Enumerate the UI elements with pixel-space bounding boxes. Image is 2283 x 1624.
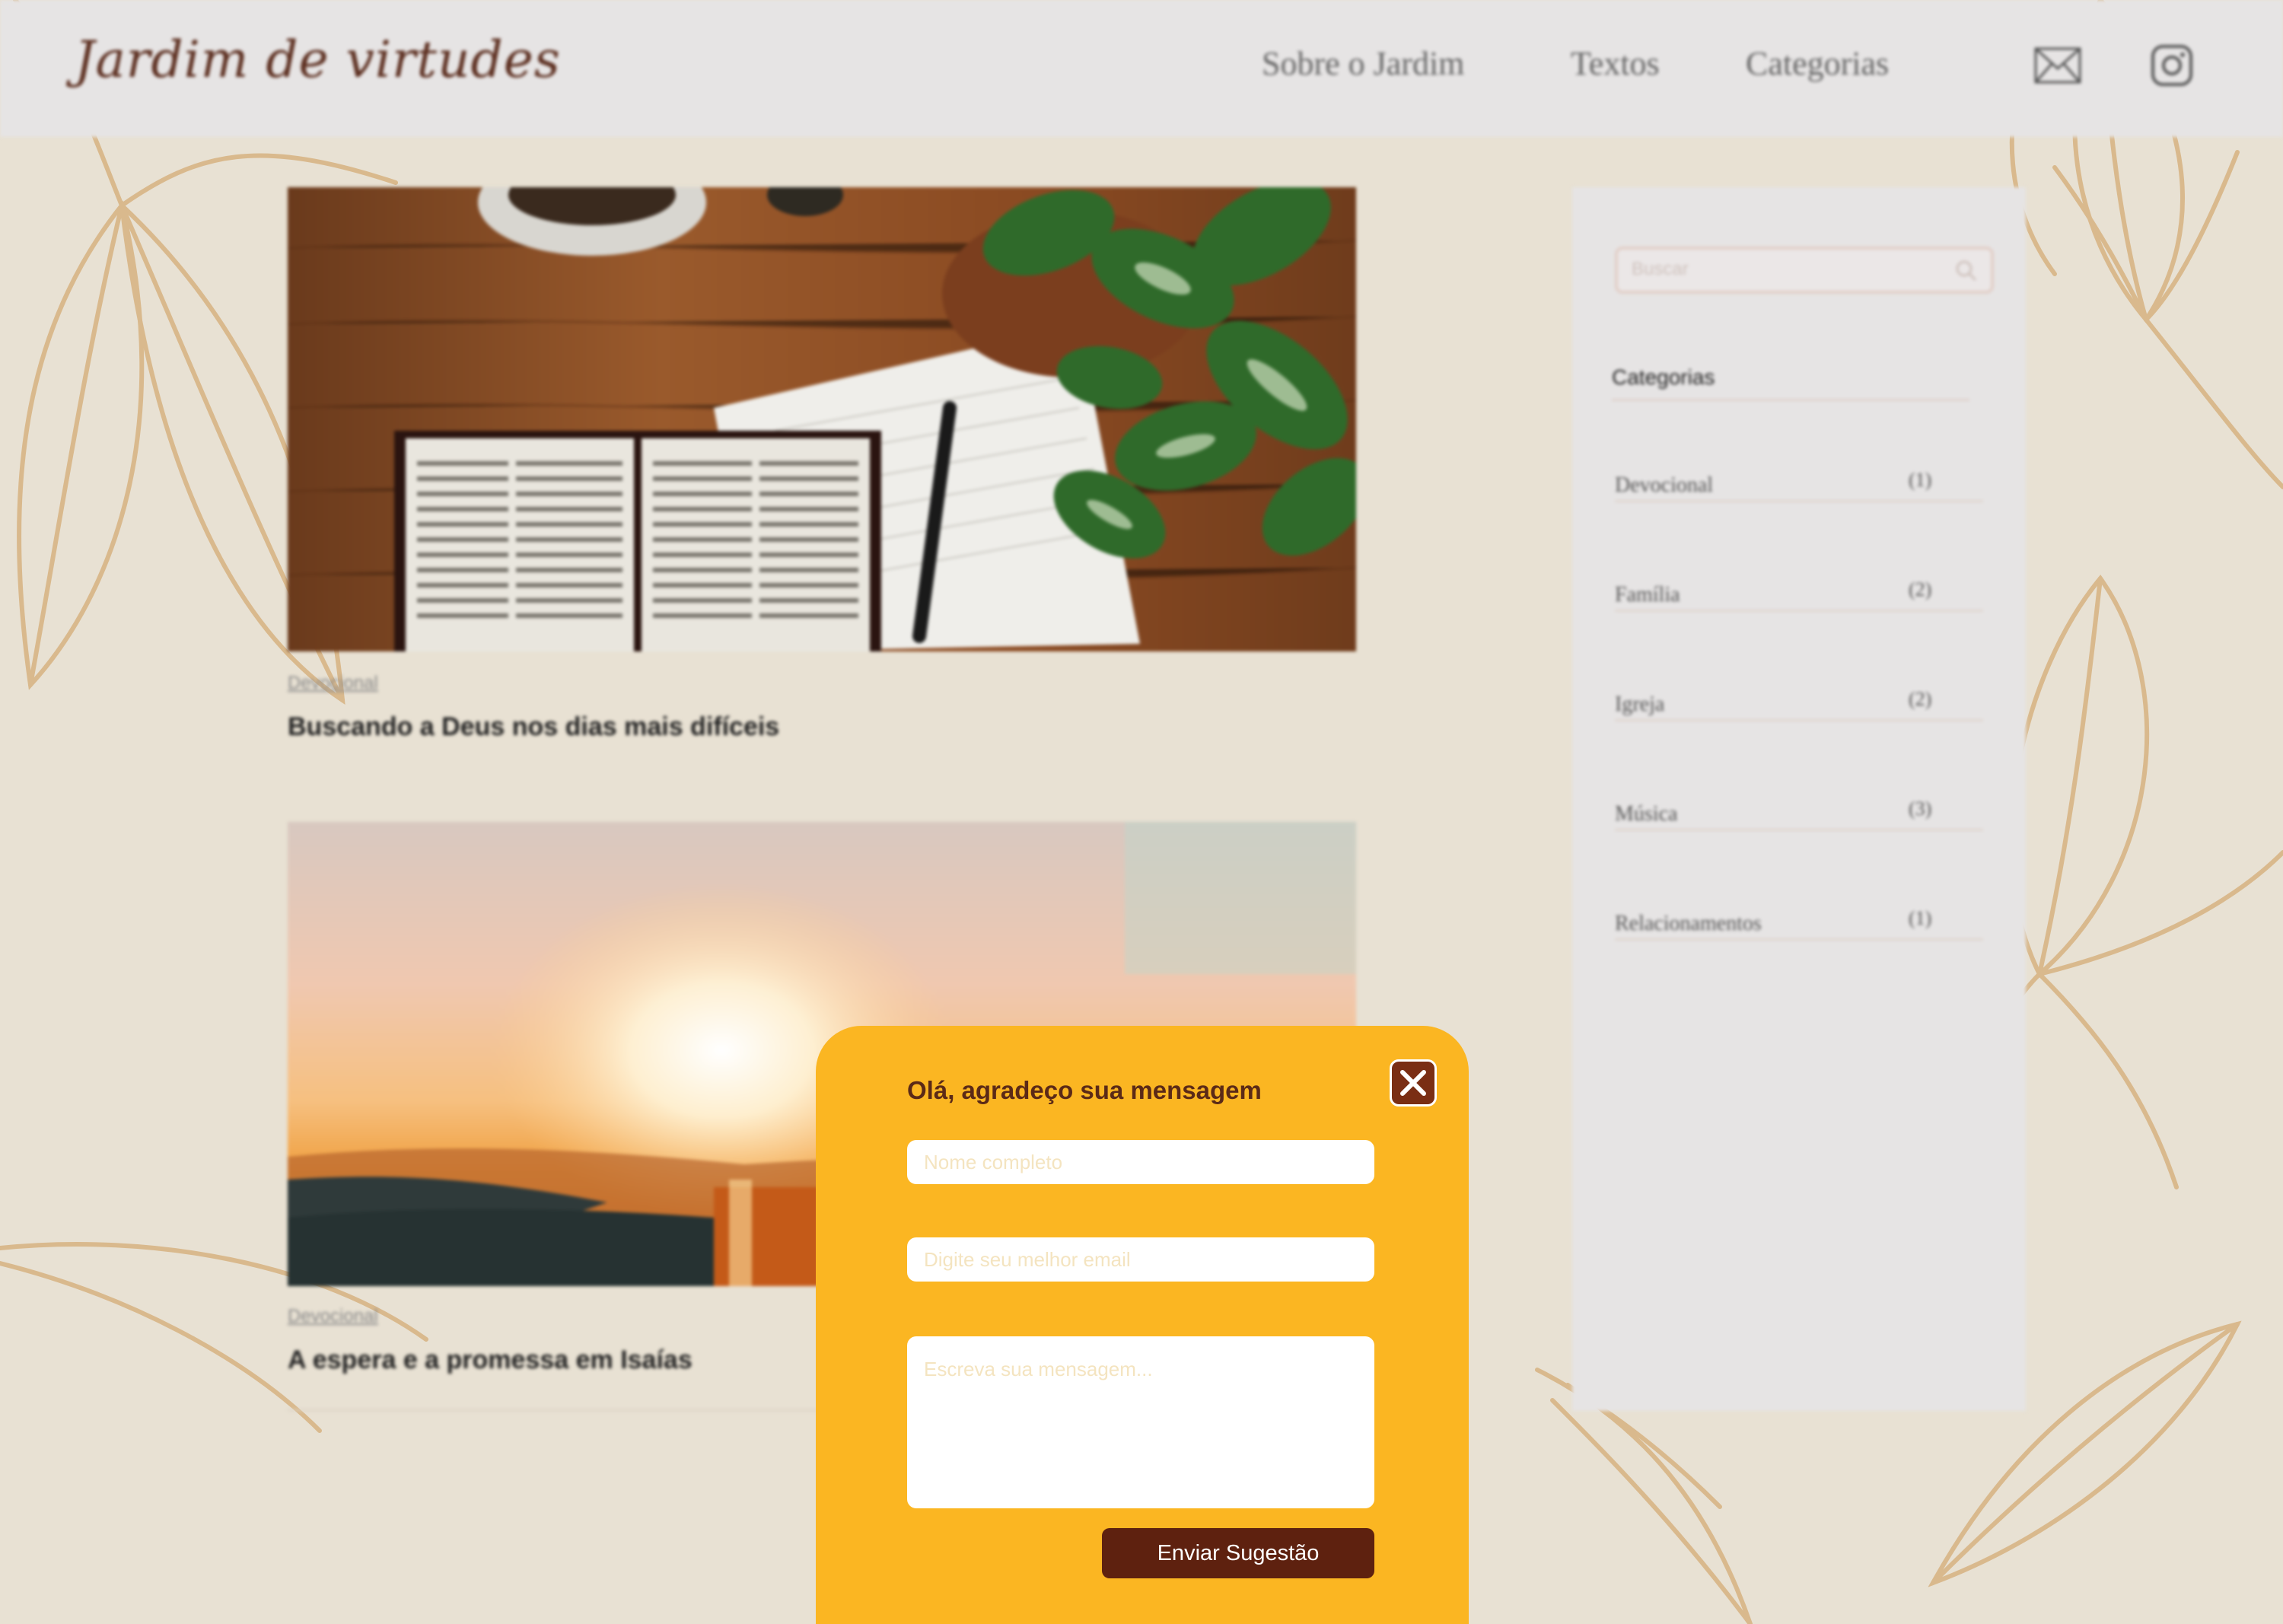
category-name: Devocional — [1615, 473, 1714, 497]
divider — [1615, 829, 1983, 831]
post-title[interactable]: A espera e a promessa em Isaías — [288, 1345, 693, 1375]
category-name: Família — [1615, 583, 1680, 607]
category-count: (2) — [1909, 688, 1932, 710]
category-item-musica[interactable]: Música (3) — [1615, 793, 1983, 831]
page: Jardim de virtudes Sobre o Jardim Textos… — [0, 0, 2283, 1624]
category-item-igreja[interactable]: Igreja (2) — [1615, 683, 1983, 721]
nav-sobre-o-jardim[interactable]: Sobre o Jardim — [1262, 44, 1464, 83]
category-item-relacionamentos[interactable]: Relacionamentos (1) — [1615, 903, 1983, 941]
category-item-familia[interactable]: Família (2) — [1615, 574, 1983, 612]
post-category-link[interactable]: Devocional — [288, 1306, 378, 1327]
divider — [1615, 938, 1983, 941]
sidebar-heading: Categorias — [1612, 365, 1715, 389]
search-input[interactable]: Buscar — [1615, 247, 1994, 294]
post-category-link[interactable]: Devocional — [288, 673, 378, 694]
site-header: Jardim de virtudes Sobre o Jardim Textos… — [0, 0, 2283, 137]
instagram-icon[interactable] — [2151, 44, 2193, 87]
mail-icon[interactable] — [2033, 44, 2082, 87]
category-name: Relacionamentos — [1615, 912, 1762, 935]
divider — [1615, 719, 1983, 721]
category-item-devocional[interactable]: Devocional (1) — [1615, 464, 1983, 502]
close-icon[interactable] — [1392, 1062, 1434, 1104]
category-name: Música — [1615, 802, 1678, 826]
divider — [1615, 500, 1983, 502]
post-image-bible-desk[interactable] — [288, 187, 1356, 651]
category-count: (1) — [1909, 907, 1932, 929]
contact-modal: Olá, agradeço sua mensagem Enviar Sugest… — [816, 1026, 1469, 1624]
submit-button[interactable]: Enviar Sugestão — [1102, 1528, 1374, 1578]
category-name: Igreja — [1615, 693, 1665, 716]
category-count: (1) — [1909, 469, 1932, 491]
category-count: (3) — [1909, 798, 1932, 820]
divider — [1612, 399, 1969, 401]
modal-title: Olá, agradeço sua mensagem — [907, 1076, 1262, 1104]
nav-categorias[interactable]: Categorias — [1746, 44, 1889, 83]
search-placeholder: Buscar — [1632, 259, 1689, 279]
search-icon[interactable] — [1954, 259, 1977, 282]
nav-textos[interactable]: Textos — [1571, 44, 1660, 83]
close-button[interactable] — [1390, 1059, 1437, 1107]
message-field[interactable] — [907, 1336, 1374, 1508]
category-count: (2) — [1909, 578, 1932, 600]
sidebar: Buscar Categorias Devocional (1) Família… — [1572, 187, 2026, 1411]
email-field[interactable] — [907, 1237, 1374, 1282]
post-title[interactable]: Buscando a Deus nos dias mais difíceis — [288, 712, 779, 742]
site-logo[interactable]: Jardim de virtudes — [75, 30, 561, 89]
name-field[interactable] — [907, 1140, 1374, 1184]
divider — [1615, 610, 1983, 612]
